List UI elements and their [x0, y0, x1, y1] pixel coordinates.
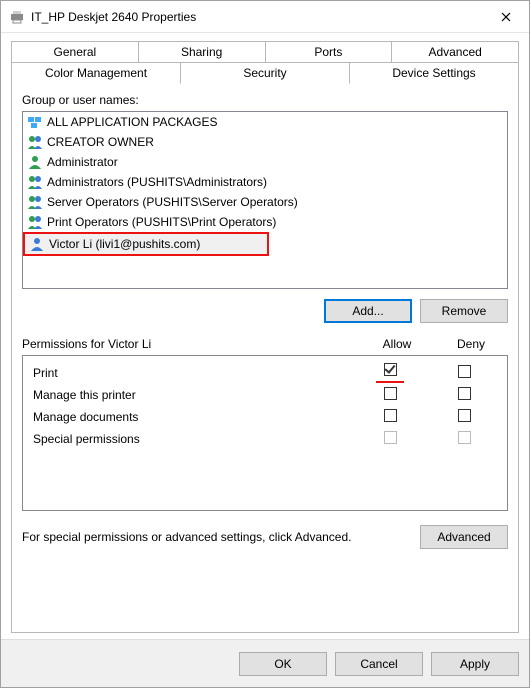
deny-checkbox[interactable]	[458, 387, 471, 400]
list-item-label: Administrators (PUSHITS\Administrators)	[47, 175, 267, 189]
permission-name: Special permissions	[29, 432, 353, 446]
printer-icon	[9, 9, 25, 25]
group-label: Group or user names:	[22, 93, 508, 107]
group-icon	[27, 174, 43, 190]
deny-column-header: Deny	[434, 337, 508, 351]
cancel-button[interactable]: Cancel	[335, 652, 423, 676]
list-item[interactable]: Administrators (PUSHITS\Administrators)	[23, 172, 507, 192]
dialog-body: General Sharing Ports Advanced Color Man…	[1, 33, 529, 639]
list-item[interactable]: Print Operators (PUSHITS\Print Operators…	[23, 212, 507, 232]
allow-column-header: Allow	[360, 337, 434, 351]
list-item-label: ALL APPLICATION PACKAGES	[47, 115, 218, 129]
permission-row: Special permissions	[29, 428, 501, 450]
permissions-header: Permissions for Victor Li Allow Deny	[22, 337, 508, 351]
tab-color-management[interactable]: Color Management	[11, 62, 181, 84]
list-item-label: CREATOR OWNER	[47, 135, 154, 149]
user-icon	[27, 154, 43, 170]
tab-advanced[interactable]: Advanced	[391, 41, 519, 63]
apply-button[interactable]: Apply	[431, 652, 519, 676]
tab-security[interactable]: Security	[180, 62, 350, 84]
properties-dialog: IT_HP Deskjet 2640 Properties General Sh…	[0, 0, 530, 688]
deny-checkbox	[458, 431, 471, 444]
close-button[interactable]	[483, 1, 529, 33]
advanced-hint: For special permissions or advanced sett…	[22, 530, 412, 544]
annotation-highlight: Victor Li (livi1@pushits.com)	[23, 232, 269, 256]
packages-icon	[27, 114, 43, 130]
tab-sharing[interactable]: Sharing	[138, 41, 266, 63]
permission-row: Manage this printer	[29, 384, 501, 406]
allow-checkbox[interactable]	[384, 409, 397, 422]
tab-device-settings[interactable]: Device Settings	[349, 62, 519, 84]
user-icon	[29, 236, 45, 252]
tab-general[interactable]: General	[11, 41, 139, 63]
list-item[interactable]: CREATOR OWNER	[23, 132, 507, 152]
list-item-label: Server Operators (PUSHITS\Server Operato…	[47, 195, 298, 209]
dialog-footer: OK Cancel Apply	[1, 639, 529, 687]
permission-name: Manage documents	[29, 410, 353, 424]
tab-strip: General Sharing Ports Advanced Color Man…	[11, 41, 519, 84]
permissions-box: Print Manage this printer Manage documen…	[22, 355, 508, 511]
list-item[interactable]: ALL APPLICATION PACKAGES	[23, 112, 507, 132]
security-panel: Group or user names: ALL APPLICATION PAC…	[11, 83, 519, 633]
list-item-label: Victor Li (livi1@pushits.com)	[49, 237, 200, 251]
deny-checkbox[interactable]	[458, 365, 471, 378]
group-user-list[interactable]: ALL APPLICATION PACKAGES CREATOR OWNER A…	[22, 111, 508, 289]
window-title: IT_HP Deskjet 2640 Properties	[31, 10, 483, 24]
group-icon	[27, 134, 43, 150]
deny-checkbox[interactable]	[458, 409, 471, 422]
list-item[interactable]: Administrator	[23, 152, 507, 172]
permission-name: Manage this printer	[29, 388, 353, 402]
permissions-for-label: Permissions for Victor Li	[22, 337, 360, 351]
list-item-label: Administrator	[47, 155, 118, 169]
list-item[interactable]: Server Operators (PUSHITS\Server Operato…	[23, 192, 507, 212]
advanced-button[interactable]: Advanced	[420, 525, 508, 549]
group-icon	[27, 194, 43, 210]
allow-checkbox[interactable]	[384, 387, 397, 400]
group-icon	[27, 214, 43, 230]
annotation-underline	[376, 381, 404, 383]
list-item[interactable]: Victor Li (livi1@pushits.com)	[25, 234, 267, 254]
allow-checkbox	[384, 431, 397, 444]
ok-button[interactable]: OK	[239, 652, 327, 676]
remove-button[interactable]: Remove	[420, 299, 508, 323]
permission-name: Print	[29, 366, 353, 380]
allow-checkbox[interactable]	[384, 363, 397, 376]
add-button[interactable]: Add...	[324, 299, 412, 323]
permission-row: Manage documents	[29, 406, 501, 428]
permission-row: Print	[29, 362, 501, 384]
titlebar: IT_HP Deskjet 2640 Properties	[1, 1, 529, 33]
tab-ports[interactable]: Ports	[265, 41, 393, 63]
list-item-label: Print Operators (PUSHITS\Print Operators…	[47, 215, 276, 229]
